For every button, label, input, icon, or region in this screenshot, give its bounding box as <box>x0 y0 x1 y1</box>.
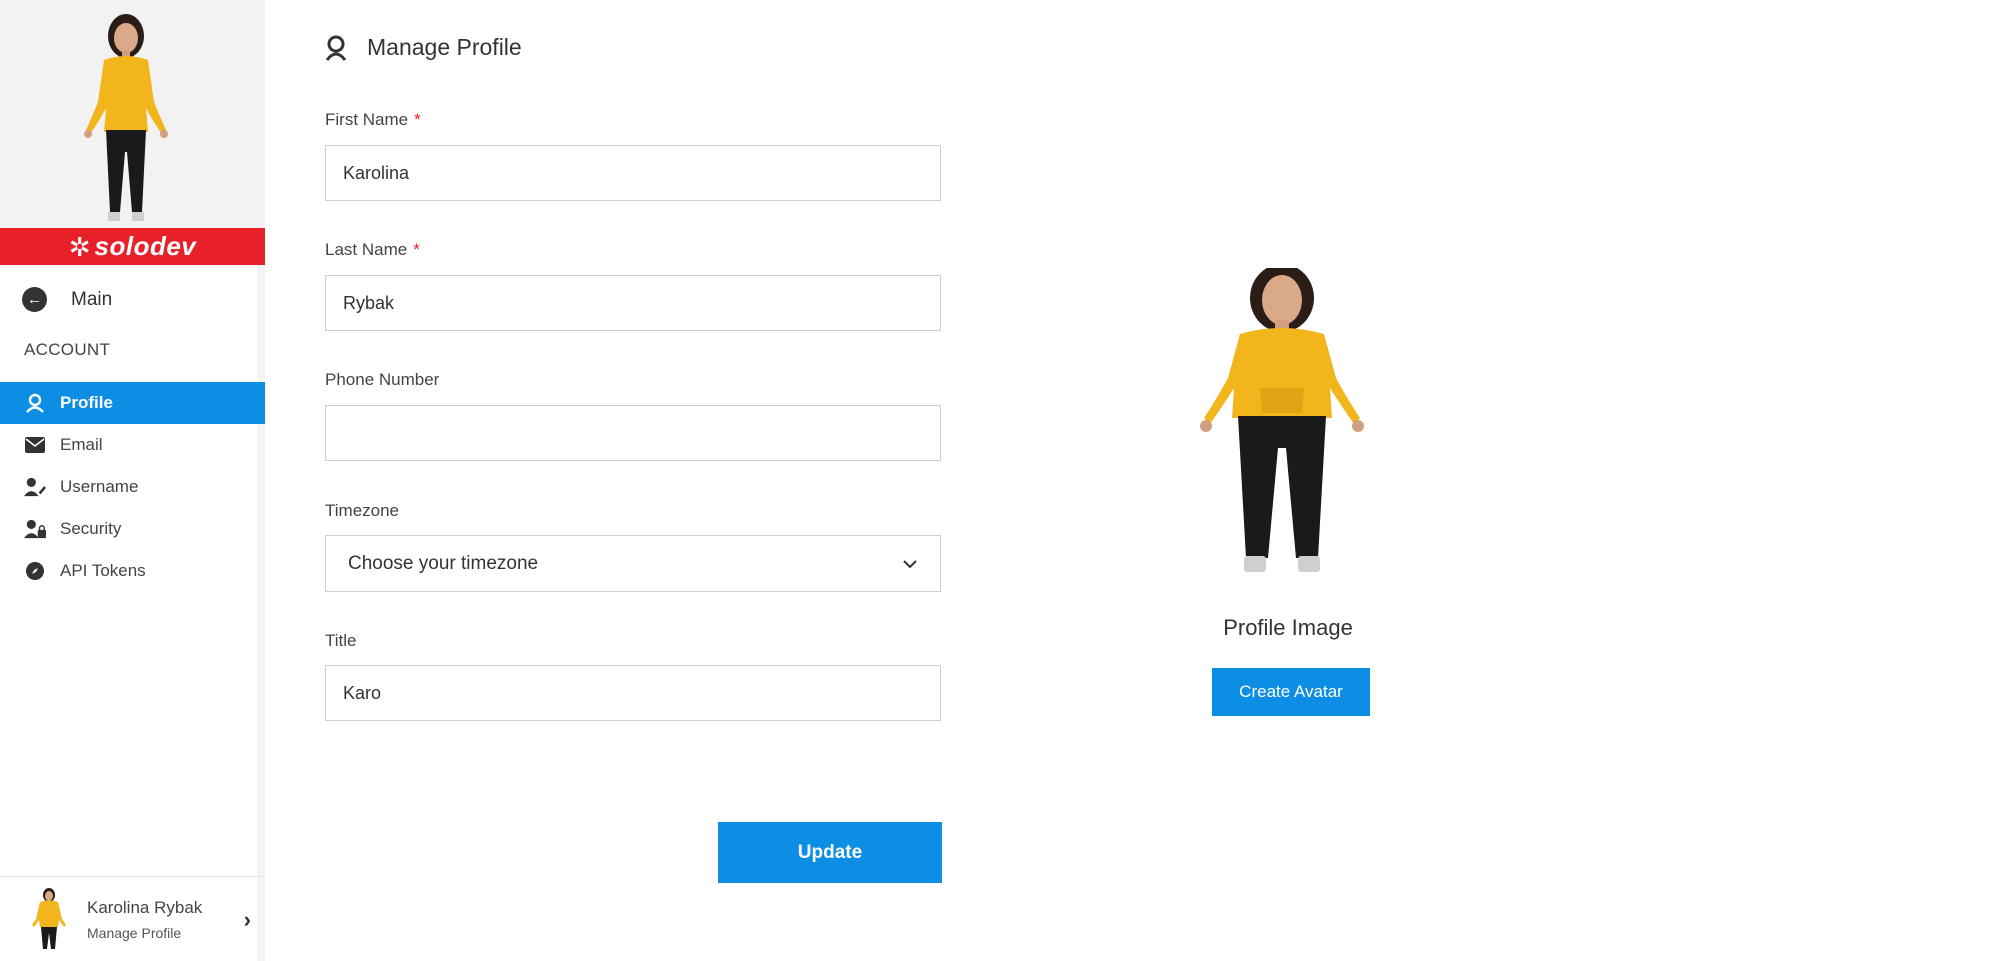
sidebar-item-label: API Tokens <box>60 561 146 580</box>
sidebar-item-email[interactable]: Email <box>0 424 265 466</box>
phone-number-field[interactable] <box>325 405 941 461</box>
envelope-icon <box>24 434 46 456</box>
user-circle-icon <box>24 392 46 414</box>
create-avatar-button[interactable]: Create Avatar <box>1212 668 1370 716</box>
update-button[interactable]: Update <box>718 822 942 883</box>
compass-icon <box>24 560 46 582</box>
brand-mark-icon: ✲ <box>68 231 91 262</box>
timezone-selected-value: Choose your timezone <box>348 552 539 574</box>
sidebar-item-label: Security <box>60 519 122 538</box>
title-label: Title <box>325 631 357 650</box>
sidebar-item-label: Username <box>60 477 139 496</box>
sidebar-item-api-tokens[interactable]: API Tokens <box>0 550 265 592</box>
account-nav: Profile Email Username Security API Toke… <box>0 382 265 592</box>
chevron-right-icon: › <box>243 907 251 932</box>
footer-user-name: Karolina Rybak <box>87 897 203 917</box>
last-name-label: Last Name * <box>325 240 420 259</box>
last-name-field[interactable] <box>325 275 941 331</box>
brand-name: solodev <box>94 231 197 261</box>
required-mark: * <box>414 110 421 129</box>
sidebar-item-profile[interactable]: Profile <box>0 382 265 424</box>
sidebar-item-label: Profile <box>60 393 113 412</box>
footer-manage-profile: Manage Profile <box>87 924 182 941</box>
required-mark: * <box>413 240 420 259</box>
nav-main-label: Main <box>71 288 113 310</box>
first-name-label: First Name * <box>325 110 421 129</box>
profile-image-label: Profile Image <box>1223 615 1353 640</box>
timezone-select[interactable]: Choose your timezone <box>325 535 941 592</box>
title-field[interactable] <box>325 665 941 721</box>
section-label-account: ACCOUNT <box>24 340 111 359</box>
page-header: Manage Profile <box>325 34 522 61</box>
phone-number-label: Phone Number <box>325 370 440 389</box>
timezone-label: Timezone <box>325 501 400 520</box>
sidebar: ✲ solodev ← Main ACCOUNT Profile Email U… <box>0 0 265 961</box>
nav-main-link[interactable]: ← Main <box>22 287 112 312</box>
user-circle-icon <box>325 35 347 61</box>
profile-image <box>1200 268 1364 572</box>
sidebar-item-username[interactable]: Username <box>0 466 265 508</box>
sidebar-item-label: Email <box>60 435 103 454</box>
user-lock-icon <box>24 518 46 540</box>
user-edit-icon <box>24 476 46 498</box>
avatar <box>32 888 66 949</box>
chevron-down-icon <box>903 559 917 568</box>
page-title: Manage Profile <box>367 34 522 60</box>
brand-logo[interactable]: ✲ solodev <box>0 228 265 265</box>
arrow-left-circle-icon: ← <box>22 287 47 312</box>
sidebar-item-security[interactable]: Security <box>0 508 265 550</box>
first-name-field[interactable] <box>325 145 941 201</box>
sidebar-avatar-image <box>0 0 265 228</box>
user-footer[interactable]: Karolina Rybak Manage Profile › <box>0 876 265 961</box>
